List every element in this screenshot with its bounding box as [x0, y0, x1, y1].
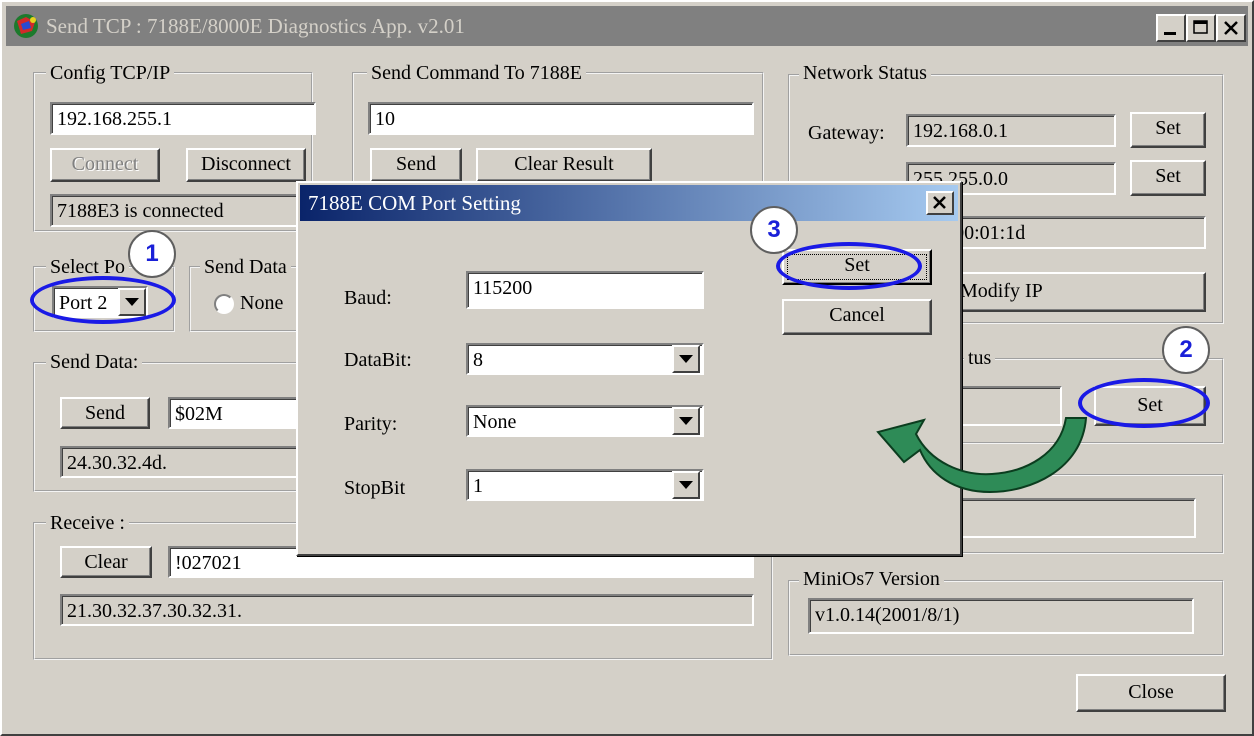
close-button[interactable]: Close	[1076, 674, 1226, 712]
parity-dropdown-arrow[interactable]	[672, 407, 700, 435]
stopbit-value: 1	[473, 475, 483, 497]
minios7-version-field: v1.0.14(2001/8/1)	[808, 598, 1194, 634]
stopbit-label: StopBit	[344, 477, 406, 499]
receive-clear-button[interactable]: Clear	[60, 546, 152, 578]
network-status-label: Network Status	[799, 62, 931, 84]
com-status-label: tus	[964, 347, 996, 369]
connect-button[interactable]: Connect	[50, 148, 160, 182]
none-radio[interactable]	[214, 294, 234, 314]
chevron-down-icon	[679, 417, 693, 425]
parity-label: Parity:	[344, 413, 398, 435]
step3-highlight-ellipse	[776, 242, 922, 290]
receive-label: Receive :	[46, 512, 129, 534]
stopbit-dropdown-arrow[interactable]	[672, 471, 700, 499]
send-data-input[interactable]: $02M	[168, 397, 308, 429]
maximize-icon	[1193, 20, 1208, 34]
databit-select[interactable]: 8	[466, 343, 704, 375]
curved-arrow-icon	[876, 417, 1088, 494]
baud-input[interactable]: 115200	[466, 271, 704, 309]
chevron-down-icon	[679, 355, 693, 363]
disconnect-button[interactable]: Disconnect	[186, 148, 306, 182]
com-port-dialog: 7188E COM Port Setting Baud: 115200 Data…	[296, 181, 962, 556]
maximize-button[interactable]	[1186, 14, 1216, 42]
receive-hex-output: 21.30.32.37.30.32.31.	[60, 594, 754, 626]
step3-badge: 3	[750, 206, 798, 254]
minimize-button[interactable]	[1156, 14, 1186, 42]
close-icon	[933, 196, 946, 209]
stopbit-select[interactable]: 1	[466, 469, 704, 501]
title-bar[interactable]: Send TCP : 7188E/8000E Diagnostics App. …	[6, 6, 1248, 46]
send-data-hex-output: 24.30.32.4d.	[60, 446, 304, 478]
parity-select[interactable]: None	[466, 405, 704, 437]
send-data-label: Send Data:	[46, 351, 143, 373]
clear-result-button[interactable]: Clear Result	[476, 148, 652, 182]
gateway-set-button[interactable]: Set	[1130, 112, 1206, 148]
dialog-title: 7188E COM Port Setting	[308, 191, 521, 215]
config-tcp-label: Config TCP/IP	[46, 62, 175, 84]
dialog-title-bar[interactable]: 7188E COM Port Setting	[300, 185, 958, 221]
send-command-button[interactable]: Send	[370, 148, 462, 182]
dialog-close-button[interactable]	[926, 191, 954, 215]
minimize-icon	[1164, 32, 1176, 35]
send-command-label: Send Command To 7188E	[367, 62, 587, 84]
send-data-mode-label: Send Data	[200, 256, 291, 278]
app-globe-icon	[12, 12, 40, 40]
minios7-label: MiniOs7 Version	[799, 568, 944, 590]
close-window-button[interactable]	[1216, 14, 1246, 42]
step2-highlight-ellipse	[1078, 378, 1210, 428]
window-title: Send TCP : 7188E/8000E Diagnostics App. …	[46, 14, 465, 38]
parity-value: None	[473, 411, 517, 433]
close-icon	[1224, 21, 1238, 35]
databit-label: DataBit:	[344, 349, 412, 371]
databit-dropdown-arrow[interactable]	[672, 345, 700, 373]
none-radio-label: None	[240, 292, 284, 314]
send-data-button[interactable]: Send	[60, 397, 150, 429]
ip-address-input[interactable]: 192.168.255.1	[50, 102, 316, 135]
dialog-cancel-button[interactable]: Cancel	[782, 299, 932, 335]
databit-value: 8	[473, 349, 483, 371]
step1-badge: 1	[128, 230, 176, 278]
subnet-mask-set-button[interactable]: Set	[1130, 160, 1206, 196]
connection-status-field: 7188E3 is connected	[50, 194, 298, 227]
select-port-label: Select Po	[46, 256, 129, 278]
baud-label: Baud:	[344, 287, 392, 309]
step2-badge: 2	[1162, 326, 1210, 374]
gateway-label: Gateway:	[808, 122, 885, 144]
gateway-field: 192.168.0.1	[906, 114, 1116, 147]
chevron-down-icon	[679, 481, 693, 489]
command-input[interactable]: 10	[368, 102, 754, 135]
step1-highlight-ellipse	[30, 276, 176, 324]
